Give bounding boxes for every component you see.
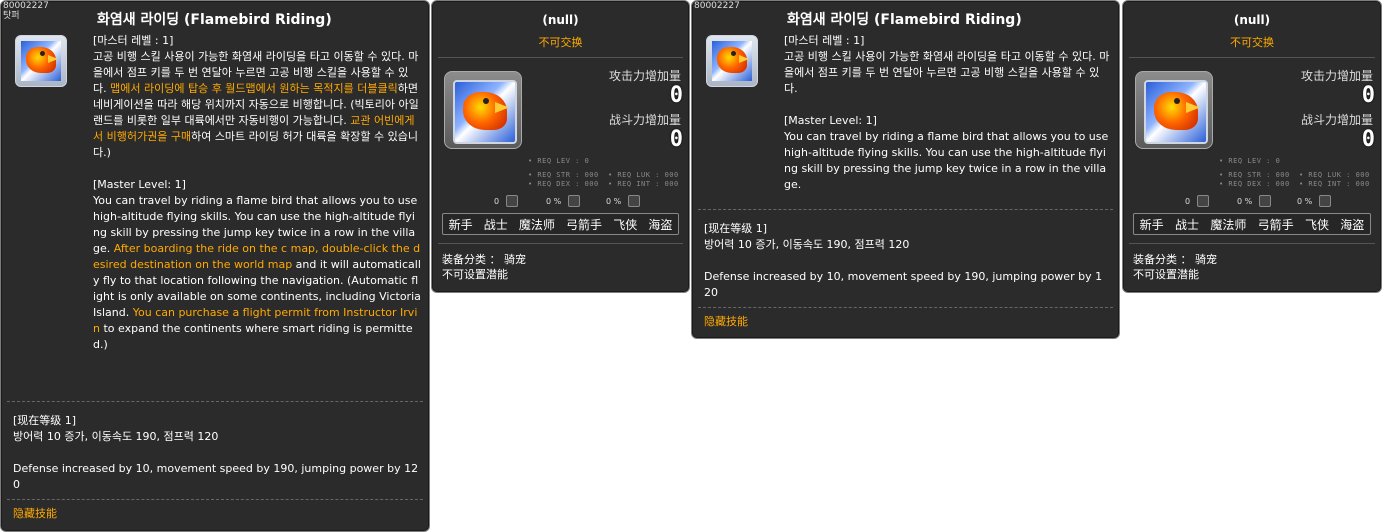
ko-effect: 방어력 10 증가, 이동속도 190, 점프력 120	[13, 430, 219, 443]
req-dex: • REQ DEX : 000	[528, 180, 599, 188]
stat1-icon	[1197, 195, 1209, 207]
divider	[1129, 243, 1375, 244]
skill-title: 화염새 라이딩 (Flamebird Riding)	[97, 12, 332, 28]
skill-description: [마스터 레벨 : 1] 고공 비행 스킬 사용이 가능한 화염새 라이딩을 타…	[93, 33, 421, 353]
en-description: You can travel by riding a flame bird th…	[784, 130, 1109, 191]
ko-description: 고공 비행 스킬 사용이 가능한 화염새 라이딩을 타고 이동할 수 있다. 마…	[93, 49, 421, 161]
req-int: • REQ INT : 000	[608, 180, 679, 188]
skill-id: 80002227	[694, 1, 740, 11]
no-potential: 不可设置潜能	[442, 268, 508, 281]
req-luk: • REQ LUK : 000	[608, 171, 679, 179]
stat3-icon	[628, 195, 640, 207]
flamebird-item-icon	[1135, 71, 1213, 149]
en-desc-text-3: to expand the continents where smart rid…	[93, 322, 413, 351]
combat-increase-label: 战斗力增加量	[1300, 113, 1373, 127]
item-tooltip-panel: (null) 不可交换 攻击力增加量 0 战斗力增加量 0 • REQ LEV …	[431, 0, 690, 293]
divider	[7, 401, 423, 402]
no-potential: 不可设置潜能	[1133, 268, 1199, 281]
untradeable-label: 不可交换	[538, 36, 583, 49]
divider	[7, 499, 423, 500]
req-str: • REQ STR : 000	[1219, 171, 1290, 179]
hidden-skill-label: 隐藏技能	[704, 315, 748, 328]
flamebird-skill-icon	[706, 35, 758, 87]
en-master-level: [Master Level: 1]	[93, 178, 186, 191]
stat2-value: 0 %	[1237, 197, 1253, 206]
flamebird-skill-icon	[15, 35, 67, 87]
job-magician: 魔法师	[1210, 217, 1247, 232]
ko-description: 고공 비행 스킬 사용이 가능한 화염새 라이딩을 타고 이동할 수 있다. 마…	[784, 50, 1110, 95]
ko-master-level: [마스터 레벨 : 1]	[93, 34, 174, 47]
skill-title: 화염새 라이딩 (Flamebird Riding)	[787, 12, 1022, 28]
stat3-icon	[1319, 195, 1331, 207]
job-warrior: 战士	[1174, 217, 1199, 232]
divider	[698, 209, 1113, 210]
en-effect: Defense increased by 10, movement speed …	[13, 462, 419, 491]
en-effect: Defense increased by 10, movement speed …	[704, 270, 1103, 299]
equip-category: 装备分类 ： 骑宠	[1133, 253, 1217, 266]
req-int: • REQ INT : 000	[1299, 180, 1370, 188]
divider	[438, 243, 683, 244]
skill-id: 80002227	[3, 1, 49, 11]
stat1-value: 0	[1185, 197, 1191, 206]
attack-increase-label: 攻击力增加量	[608, 69, 681, 83]
stat2-icon	[568, 195, 580, 207]
skill-tooltip-short-panel: 80002227 화염새 라이딩 (Flamebird Riding) [마스터…	[691, 0, 1120, 339]
req-lev: • REQ LEV : 0	[528, 157, 590, 165]
combat-increase-value: 0	[669, 127, 683, 152]
item-title: (null)	[1233, 13, 1271, 27]
job-archer: 弓箭手	[566, 217, 603, 232]
en-description: You can travel by riding a flame bird th…	[93, 193, 421, 353]
ko-master-level: [마스터 레벨 : 1]	[784, 34, 865, 47]
item-title: (null)	[542, 13, 579, 27]
ko-desc-highlight-1: 맵에서 라이딩에 탑승 후 월드맵에서 원하는 목적지를 더블클릭	[110, 82, 398, 95]
stat3-value: 0 %	[1297, 197, 1313, 206]
job-thief: 飞侠	[1304, 217, 1329, 232]
req-luk: • REQ LUK : 000	[1299, 171, 1370, 179]
combat-increase-value: 0	[1361, 127, 1375, 152]
item-tooltip-panel-2: (null) 不可交换 攻击力增加量 0 战斗力增加量 0 • REQ LEV …	[1122, 0, 1382, 293]
job-pirate: 海盗	[1340, 217, 1365, 232]
attack-increase-label: 攻击力增加量	[1300, 69, 1373, 83]
job-thief: 飞侠	[613, 217, 638, 232]
job-class-bar: 新手 战士 魔法师 弓箭手 飞侠 海盗	[1133, 213, 1371, 235]
attack-increase-value: 0	[669, 83, 683, 108]
req-lev: • REQ LEV : 0	[1219, 157, 1281, 165]
divider	[438, 57, 683, 58]
current-level: [现在等级 1]	[704, 222, 768, 235]
job-magician: 魔法师	[518, 217, 555, 232]
combat-increase-label: 战斗力增加量	[608, 113, 681, 127]
stat3-value: 0 %	[606, 197, 622, 206]
req-dex: • REQ DEX : 000	[1219, 180, 1290, 188]
hidden-skill-label: 隐藏技能	[13, 507, 57, 520]
stat1-icon	[506, 195, 518, 207]
en-master-level: [Master Level: 1]	[784, 114, 877, 127]
job-beginner: 新手	[448, 217, 473, 232]
divider	[1129, 57, 1375, 58]
current-level: [现在等级 1]	[13, 414, 77, 427]
stat2-icon	[1259, 195, 1271, 207]
job-warrior: 战士	[483, 217, 508, 232]
req-str: • REQ STR : 000	[528, 171, 599, 179]
stat1-value: 0	[494, 197, 500, 206]
job-beginner: 新手	[1139, 217, 1164, 232]
equip-category: 装备分类 ： 骑宠	[442, 253, 526, 266]
job-archer: 弓箭手	[1257, 217, 1294, 232]
skill-description: [마스터 레벨 : 1] 고공 비행 스킬 사용이 가능한 화염새 라이딩을 타…	[784, 33, 1110, 193]
untradeable-label: 不可交换	[1230, 36, 1274, 49]
ko-effect: 방어력 10 증가, 이동속도 190, 점프력 120	[704, 238, 910, 251]
attack-increase-value: 0	[1361, 83, 1375, 108]
skill-tooltip-panel: 80002227 탓퍼 화염새 라이딩 (Flamebird Riding) […	[0, 0, 430, 532]
stat2-value: 0 %	[546, 197, 562, 206]
divider	[698, 307, 1113, 308]
job-class-bar: 新手 战士 魔法师 弓箭手 飞侠 海盗	[442, 213, 679, 235]
skill-sub-label: 탓퍼	[3, 11, 20, 21]
job-pirate: 海盗	[648, 217, 673, 232]
flamebird-item-icon	[444, 71, 522, 149]
